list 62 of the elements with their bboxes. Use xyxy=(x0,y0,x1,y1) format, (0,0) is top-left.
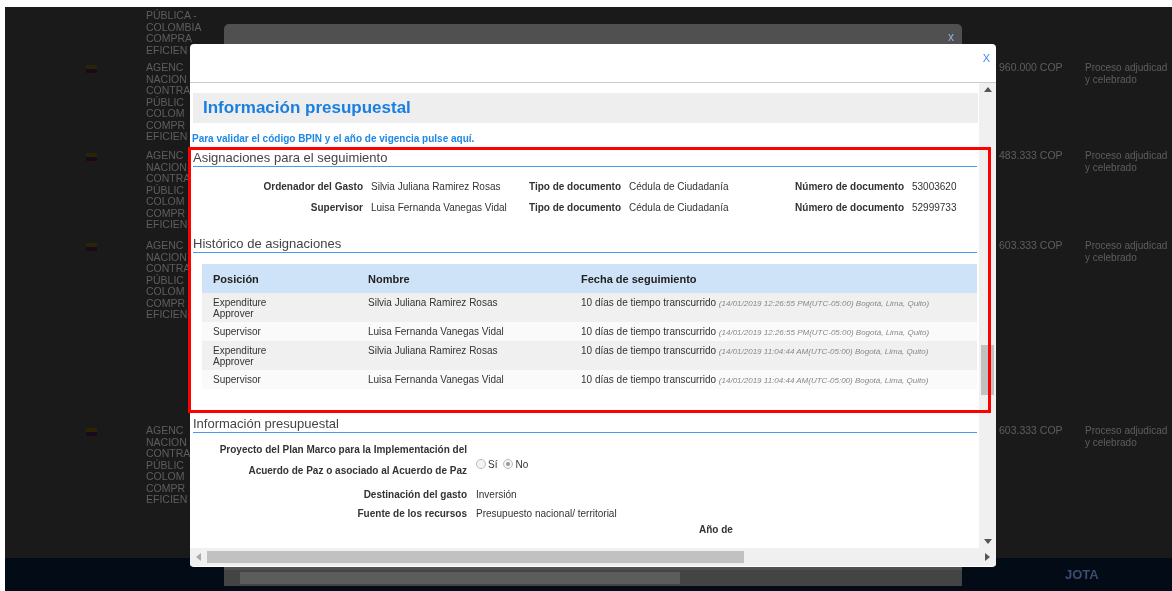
table-cell-text: 10 días de tiempo transcurrido (14/01/2019 12:26:55 PM(UTC-05:00) Bogotá, Lima, Quito) xyxy=(581,297,931,310)
vertical-scrollbar[interactable] xyxy=(979,83,996,548)
field-label: Proyecto del Plan Marco para la Implementación del Acuerdo de Paz o asociado al Acuerdo de Paz xyxy=(218,443,467,478)
field-value: Presupuesto nacional/ territorial xyxy=(476,508,618,519)
amount-text: 603.333 COP xyxy=(999,240,1063,253)
field-value: Silvia Juliana Ramirez Rosas xyxy=(371,181,502,192)
table-cell-text: 10 días de tiempo transcurrido (14/01/2019 11:04:44 AM(UTC-05:00) Bogotá, Lima, Quito) xyxy=(581,345,930,358)
amount-text: 603.333 COP xyxy=(999,425,1063,438)
field-label: Ordenador del Gasto xyxy=(262,181,363,192)
field-value: Inversión xyxy=(476,489,518,500)
table-cell-text: 10 días de tiempo transcurrido (14/01/2019 12:26:55 PM(UTC-05:00) Bogotá, Lima, Quito) xyxy=(581,326,931,338)
table-cell-text: Supervisor xyxy=(213,374,262,386)
field-label: Número de documento xyxy=(794,202,904,213)
field-label: Año de xyxy=(699,524,733,535)
amount-text: 960.000 COP xyxy=(999,62,1063,75)
field-value: 53003620 xyxy=(912,181,958,192)
scrollbar-thumb[interactable] xyxy=(240,572,680,584)
field-label: Fuente de los recursos xyxy=(356,508,467,519)
agency-name: AGENC NACION CONTRA PÚBLIC COLOM COMPR EFICIEN xyxy=(146,425,191,507)
table-cell-text: Expenditure Approver xyxy=(213,345,268,367)
status-text: Proceso adjudicad y celebrado xyxy=(1085,240,1168,265)
field-label: Número de documento xyxy=(794,181,904,192)
table-cell-text: Luisa Fernanda Vanegas Vidal xyxy=(368,326,505,338)
radio-option[interactable]: No xyxy=(503,458,529,470)
agency-name: AGENC NACION CONTRA PÚBLIC COLOM COMPR EFICIEN xyxy=(146,62,191,144)
close-button[interactable]: x xyxy=(948,30,954,44)
footer-text: JOTA xyxy=(1065,567,1099,582)
column-header: Fecha de seguimiento xyxy=(581,272,698,285)
status-text: Proceso adjudicad y celebrado xyxy=(1085,62,1168,87)
horizontal-scrollbar[interactable] xyxy=(190,548,996,566)
scrollbar-thumb[interactable] xyxy=(207,551,744,563)
section-title: Histórico de asignaciones xyxy=(193,236,977,253)
scroll-down-arrow-icon[interactable] xyxy=(983,539,992,544)
table-cell-text: Silvia Juliana Ramirez Rosas xyxy=(368,345,499,358)
table-cell-text: Silvia Juliana Ramirez Rosas xyxy=(368,297,499,310)
table-cell-text: Supervisor xyxy=(213,326,262,338)
bpin-link[interactable]: Para validar el código BPIN y el año de vigencia pulse aquí. xyxy=(192,133,978,144)
column-header: Nombre xyxy=(368,272,411,285)
section-title: Información presupuestal xyxy=(193,416,977,433)
column-header: Posición xyxy=(213,272,260,285)
table-cell-text: Luisa Fernanda Vanegas Vidal xyxy=(368,374,505,386)
field-label: Tipo de documento xyxy=(527,181,621,192)
table-cell-text: 10 días de tiempo transcurrido (14/01/2019 11:04:44 AM(UTC-05:00) Bogotá, Lima, Quito) xyxy=(581,374,930,386)
dialog-heading: Información presupuestal xyxy=(193,93,978,123)
scroll-right-arrow-icon[interactable] xyxy=(985,553,990,561)
amount-text: 483.333 COP xyxy=(999,150,1063,163)
field-value: Cédula de Ciudadanía xyxy=(629,181,730,192)
field-label: Supervisor xyxy=(309,202,363,213)
agency-name: PÚBLICA - COLOMBIA COMPRA EFICIEN xyxy=(146,10,202,58)
status-text: Proceso adjudicad y celebrado xyxy=(1085,425,1168,450)
field-label: Tipo de documento xyxy=(527,202,621,213)
field-label: Destinación del gasto xyxy=(362,489,467,500)
close-button[interactable]: X xyxy=(982,52,990,64)
field-value: Cédula de Ciudadanía xyxy=(629,202,730,213)
scroll-up-arrow-icon[interactable] xyxy=(983,87,992,92)
radio-option[interactable]: Sí xyxy=(476,458,498,470)
horizontal-scrollbar[interactable] xyxy=(224,570,962,586)
table-cell-text: Expenditure Approver xyxy=(213,297,268,319)
field-value: 52999733 xyxy=(912,202,958,213)
status-text: Proceso adjudicad y celebrado xyxy=(1085,150,1168,175)
scroll-left-arrow-icon[interactable] xyxy=(196,553,201,561)
field-value: Luisa Fernanda Vanegas Vidal xyxy=(371,202,508,213)
